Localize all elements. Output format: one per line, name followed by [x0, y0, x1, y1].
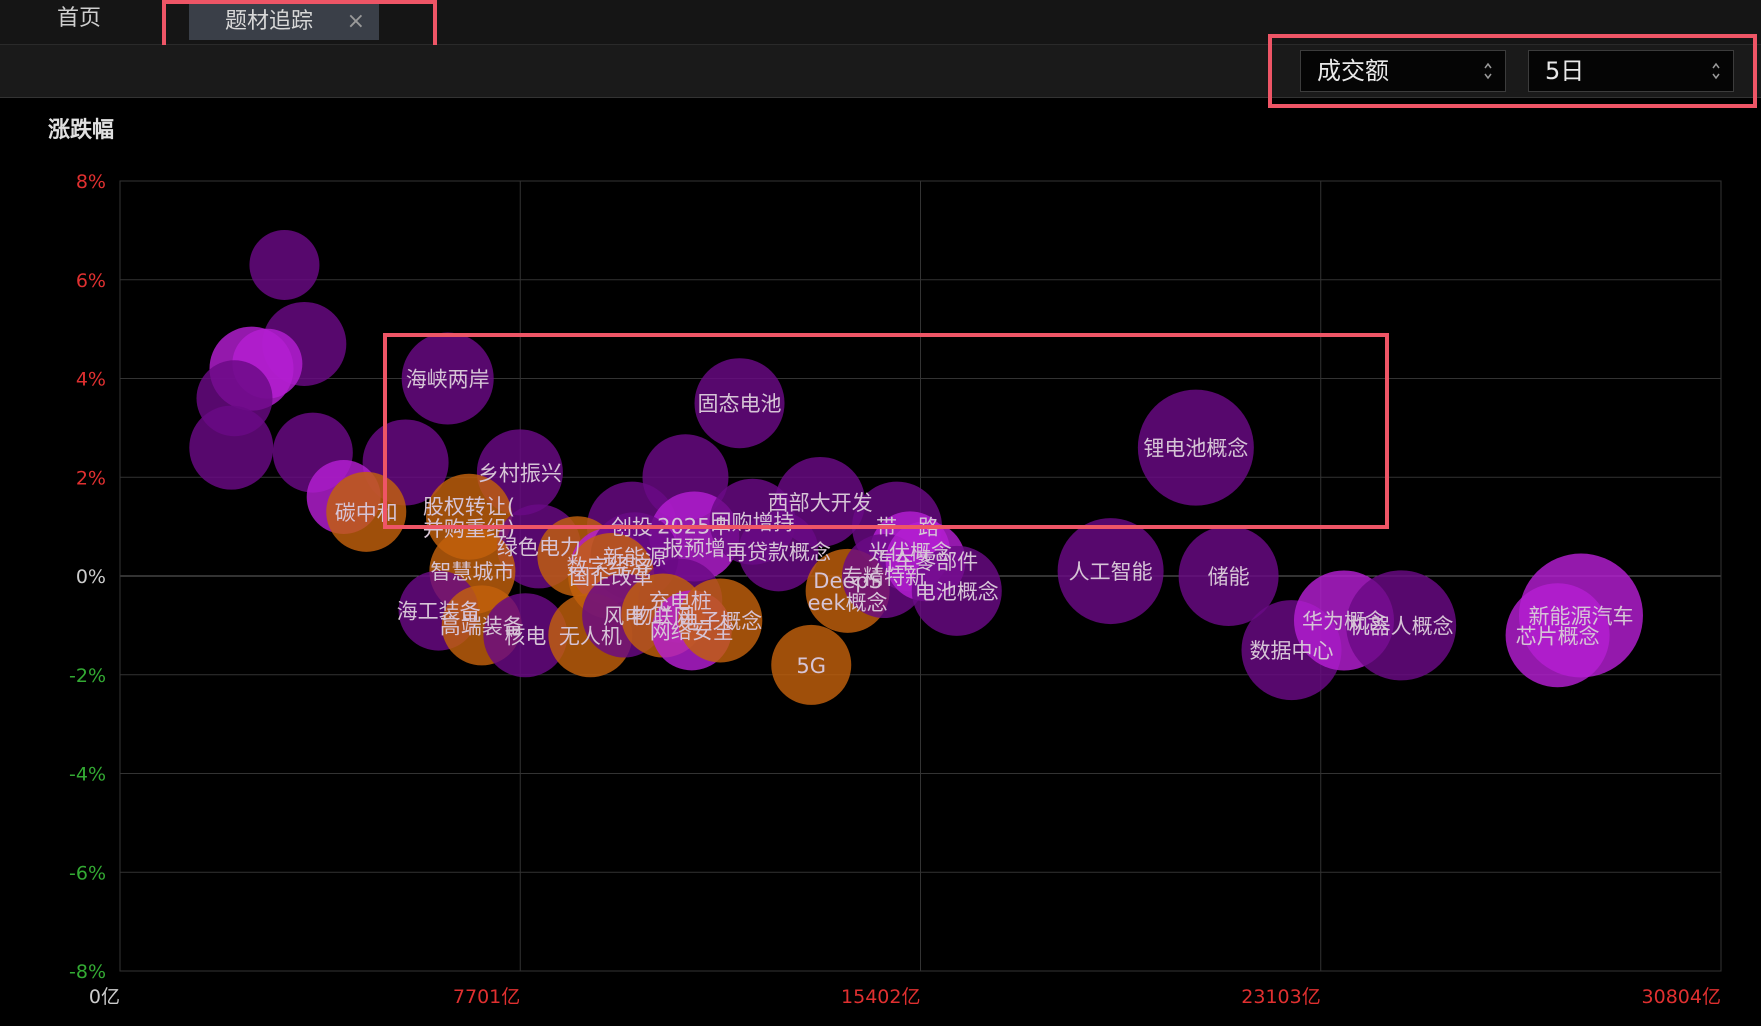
bubble-label: 再贷款概念	[726, 540, 831, 564]
y-tick-label: -4%	[69, 764, 106, 786]
bubble-label: 芯片概念	[1516, 624, 1600, 648]
bubble	[189, 405, 274, 490]
y-tick-label: 0%	[76, 566, 106, 588]
bubble-label: 储能	[1208, 565, 1250, 589]
x-tick-label: 15402亿	[841, 986, 920, 1008]
bubble-label: 核电	[504, 624, 546, 648]
y-tick-label: 8%	[76, 171, 106, 193]
bubble-label: 电子概念	[678, 609, 762, 633]
y-tick-label: -8%	[69, 961, 106, 983]
bubble-label: 人工智能	[1069, 560, 1153, 584]
x-tick-label: 7701亿	[453, 986, 520, 1008]
y-tick-label: 2%	[76, 467, 106, 489]
x-tick-label: 23103亿	[1241, 986, 1320, 1008]
tab-home[interactable]: 首页	[24, 0, 134, 40]
bubble-label: 5G	[796, 654, 826, 678]
bubble-label: 汽车零部件	[873, 550, 978, 574]
highlight-box-bubbles	[383, 333, 1389, 529]
bubble-label: 智慧城市	[430, 560, 514, 584]
x-tick-label: 30804亿	[1642, 986, 1721, 1008]
bubble-label: 国企改革	[569, 565, 653, 589]
y-tick-label: 4%	[76, 369, 106, 391]
x-tick-label: 0亿	[89, 986, 120, 1008]
highlight-box-controls	[1268, 34, 1757, 108]
bubble-label: 机器人概念	[1349, 614, 1454, 638]
bubble-label: 数据中心	[1249, 639, 1333, 663]
bubble-label: 电池概念	[915, 580, 999, 604]
y-tick-label: -6%	[69, 862, 106, 884]
y-tick-label: -2%	[69, 665, 106, 687]
bubble-chart: 8% 6% 4% 2% 0% -2% -4% -6% -8% 0亿 7701亿 15402亿 23103…	[69, 171, 1722, 1008]
bubble	[249, 229, 320, 300]
y-tick-label: 6%	[76, 270, 106, 292]
y-axis-title: 涨跌幅	[48, 118, 115, 143]
